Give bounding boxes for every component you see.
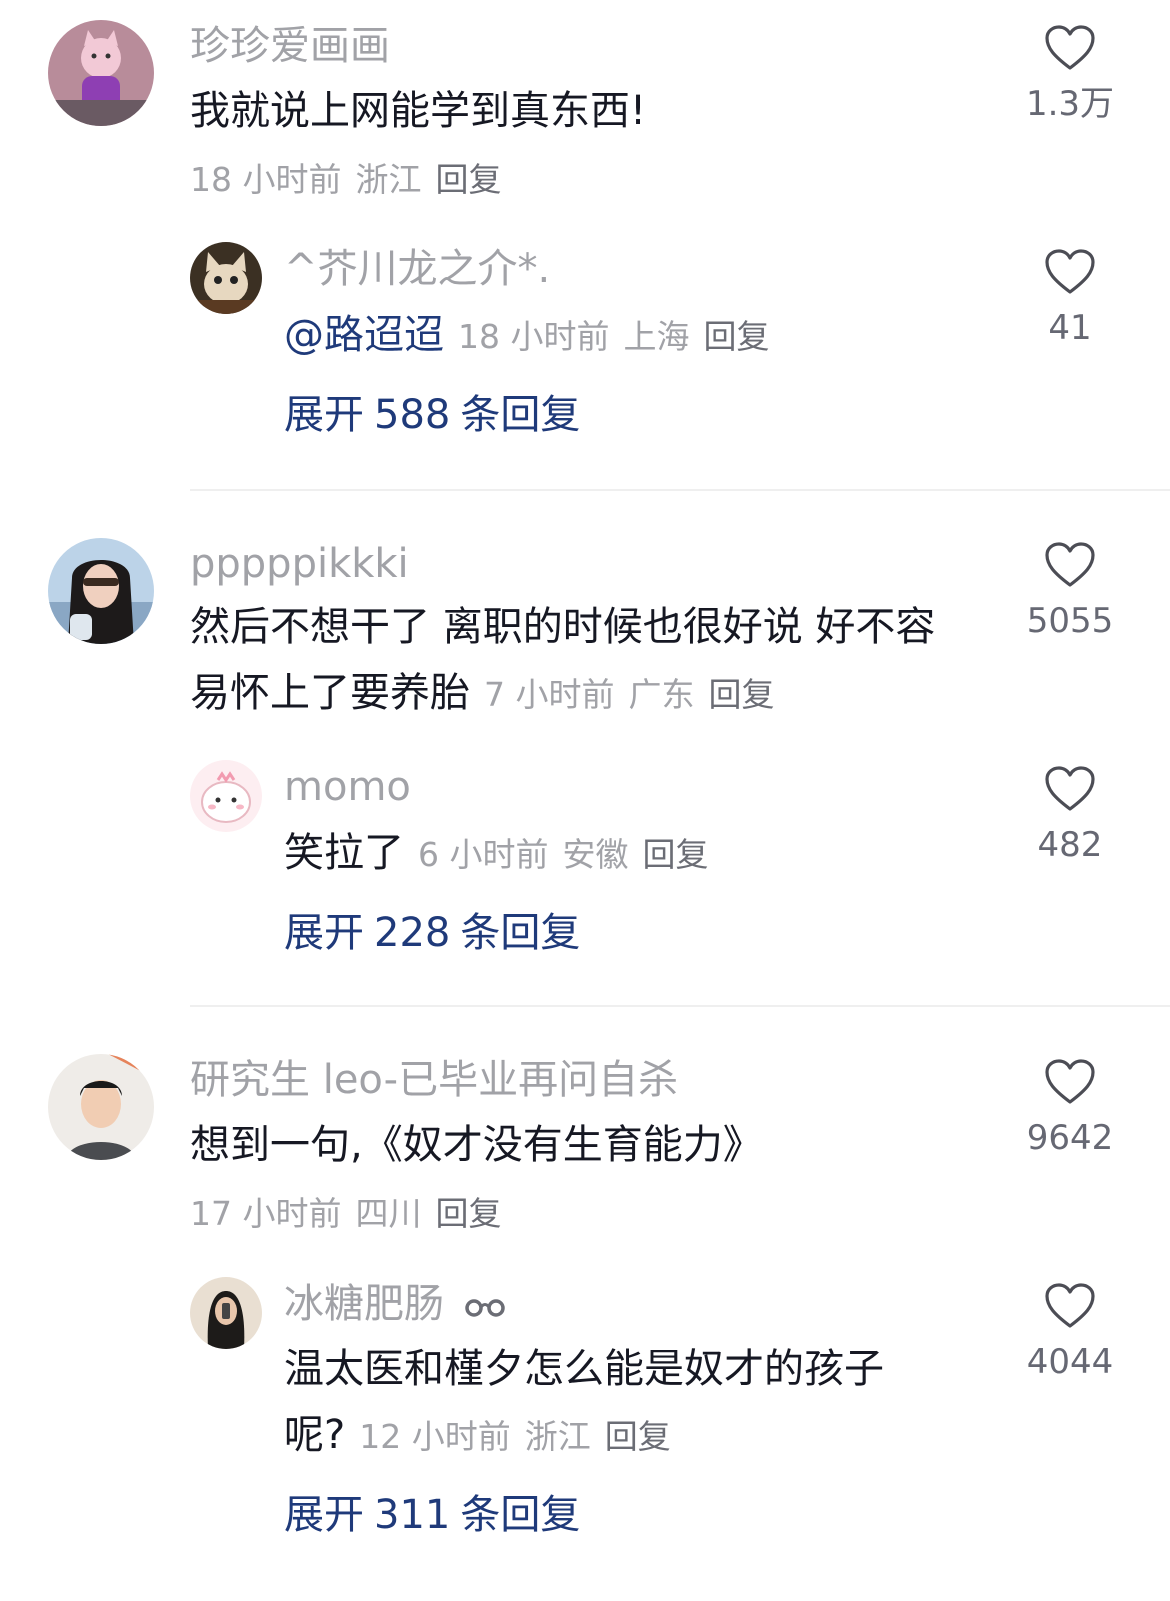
expand-label: 展开	[284, 1492, 364, 1538]
expand-count: 588	[374, 392, 451, 438]
region: 四川	[355, 1194, 422, 1233]
reply-button[interactable]: 回复	[703, 317, 769, 356]
expand-label: 展开	[284, 392, 364, 438]
timestamp: 18 小时前	[190, 160, 342, 199]
heart-outline-icon	[1045, 249, 1095, 294]
expand-replies-button[interactable]: 展开 311 条回复	[284, 1490, 580, 1540]
reply-button[interactable]: 回复	[435, 1194, 501, 1233]
comment-text-continued: 易怀上了要养胎	[190, 670, 470, 716]
expand-suffix: 条回复	[460, 392, 581, 438]
expand-label: 展开	[284, 910, 364, 956]
timestamp: 18 小时前	[458, 317, 610, 356]
glasses-badge-icon	[464, 1299, 505, 1317]
heart-outline-icon	[1045, 25, 1095, 70]
avatar[interactable]	[190, 1277, 262, 1349]
heart-outline-icon	[1045, 1283, 1095, 1328]
avatar[interactable]	[190, 760, 262, 832]
username[interactable]: 珍珍爱画画	[190, 22, 390, 70]
region: 浙江	[355, 160, 422, 199]
region: 浙江	[524, 1417, 591, 1456]
timestamp: 17 小时前	[190, 1194, 342, 1233]
comment-text-continued: 呢?	[284, 1412, 346, 1458]
expand-count: 311	[374, 1492, 451, 1538]
reply-button[interactable]: 回复	[435, 160, 501, 199]
comment-text: 想到一句,《奴才没有生育能力》	[190, 1122, 763, 1168]
heart-outline-icon	[1045, 542, 1095, 587]
like-button[interactable]: 4044	[1005, 1282, 1135, 1384]
comment-text: 温太医和槿夕怎么能是奴才的孩子	[284, 1346, 884, 1392]
expand-suffix: 条回复	[460, 1492, 581, 1538]
reply-button[interactable]: 回复	[605, 1417, 671, 1456]
timestamp: 7 小时前	[484, 675, 615, 714]
expand-suffix: 条回复	[460, 910, 581, 956]
username[interactable]: pppppikkki	[190, 540, 409, 588]
comment-meta: 17 小时前 四川 回复	[190, 1190, 501, 1238]
like-count: 5055	[1026, 601, 1114, 641]
reply-button[interactable]: 回复	[643, 835, 709, 874]
mention-link[interactable]: @路迢迢	[284, 312, 444, 358]
like-button[interactable]: 1.3万	[1005, 24, 1135, 126]
like-button[interactable]: 41	[1005, 248, 1135, 350]
expand-replies-button[interactable]: 展开 588 条回复	[284, 390, 580, 440]
avatar[interactable]	[190, 242, 262, 314]
region: 安徽	[562, 835, 629, 874]
like-button[interactable]: 5055	[1005, 541, 1135, 643]
expand-count: 228	[374, 910, 451, 956]
comment-text: @路迢迢 18 小时前 上海 回复	[284, 302, 769, 370]
username-row: 冰糖肥肠	[284, 1280, 507, 1328]
avatar[interactable]	[48, 1054, 154, 1160]
comment-text: 然后不想干了 离职的时候也很好说 好不容	[190, 604, 936, 650]
username[interactable]: 研究生 leo-已毕业再问自杀	[190, 1056, 678, 1104]
like-count: 4044	[1026, 1342, 1114, 1382]
comment-text-line2: 呢? 12 小时前 浙江 回复	[284, 1402, 671, 1470]
comment-text-line2: 易怀上了要养胎 7 小时前 广东 回复	[190, 660, 775, 728]
timestamp: 12 小时前	[359, 1417, 511, 1456]
divider	[190, 489, 1170, 491]
username[interactable]: 冰糖肥肠	[284, 1281, 444, 1327]
expand-replies-button[interactable]: 展开 228 条回复	[284, 908, 580, 958]
like-count: 9642	[1026, 1118, 1114, 1158]
username[interactable]: ^芥川龙之介*.	[284, 245, 550, 293]
avatar[interactable]	[48, 20, 154, 126]
comment-meta: 18 小时前 浙江 回复	[190, 156, 501, 204]
username[interactable]: momo	[284, 763, 411, 811]
like-button[interactable]: 482	[1005, 765, 1135, 867]
heart-outline-icon	[1045, 766, 1095, 811]
divider	[190, 1005, 1170, 1007]
region: 广东	[628, 675, 695, 714]
comment-text: 我就说上网能学到真东西!	[190, 88, 647, 134]
heart-outline-icon	[1045, 1059, 1095, 1104]
like-count: 41	[1048, 308, 1092, 348]
reply-button[interactable]: 回复	[709, 675, 775, 714]
like-count: 482	[1037, 825, 1103, 865]
avatar[interactable]	[48, 538, 154, 644]
like-button[interactable]: 9642	[1005, 1058, 1135, 1160]
reply-text: 笑拉了	[284, 830, 404, 876]
comment-text: 笑拉了 6 小时前 安徽 回复	[284, 820, 709, 888]
timestamp: 6 小时前	[418, 835, 549, 874]
like-count: 1.3万	[1025, 84, 1115, 124]
region: 上海	[623, 317, 690, 356]
